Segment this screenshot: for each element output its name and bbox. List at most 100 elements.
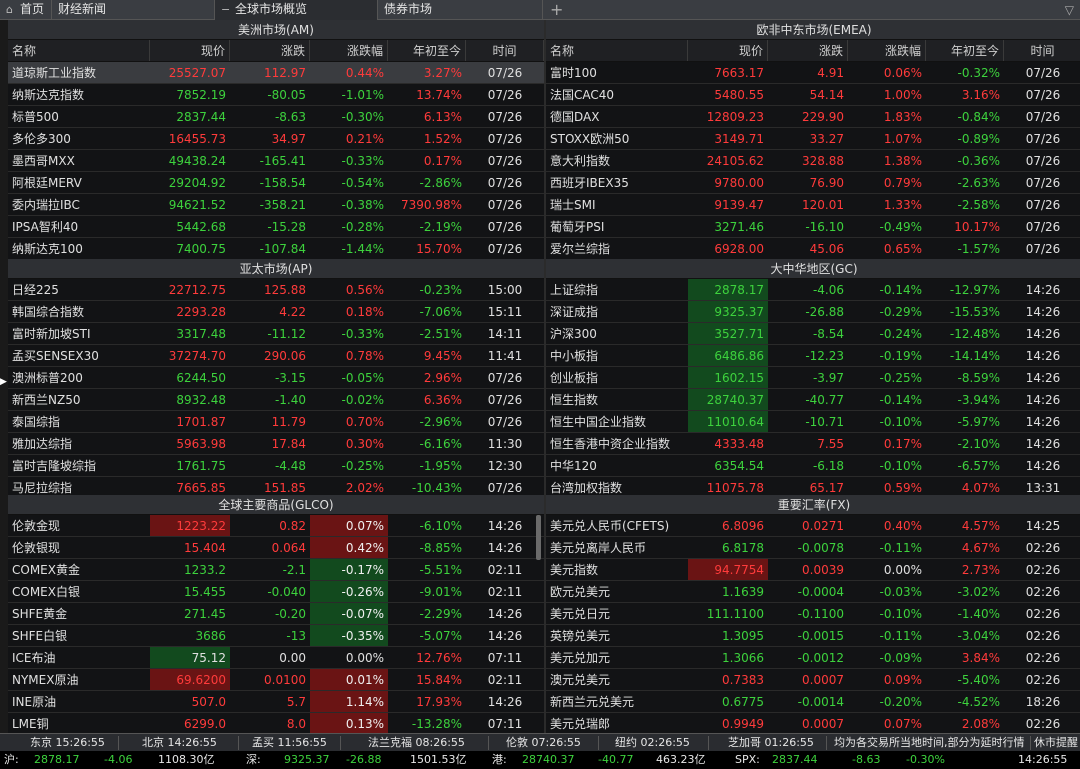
cell-price: 3149.71 bbox=[714, 132, 764, 146]
column-header-pct[interactable]: 涨跌幅 bbox=[848, 40, 926, 61]
cell-pct: -0.10% bbox=[879, 415, 922, 429]
table-row[interactable]: 欧元兑美元 1.1639 -0.0004 -0.03% -3.02% 02:26 bbox=[546, 581, 1080, 603]
table-row[interactable]: 日经225 22712.75 125.88 0.56% -0.23% 15:00 bbox=[8, 279, 544, 301]
table-row[interactable]: 富时100 7663.17 4.91 0.06% -0.32% 07/26 bbox=[546, 62, 1080, 84]
table-row[interactable]: 澳洲标普200 6244.50 -3.15 -0.05% 2.96% 07/26 bbox=[8, 367, 544, 389]
table-row[interactable]: 墨西哥MXX 49438.24 -165.41 -0.33% 0.17% 07/26 bbox=[8, 150, 544, 172]
table-row[interactable]: 雅加达综指 5963.98 17.84 0.30% -6.16% 11:30 bbox=[8, 433, 544, 455]
tab-home[interactable]: ⌂ 首页 bbox=[0, 0, 52, 20]
cell-change: -1.40 bbox=[274, 393, 306, 407]
market-closed-reminder[interactable]: 休市提醒 bbox=[1034, 734, 1078, 752]
table-row[interactable]: 阿根廷MERV 29204.92 -158.54 -0.54% -2.86% 07/26 bbox=[8, 172, 544, 194]
table-row[interactable]: 马尼拉综指 7665.85 151.85 2.02% -10.43% 07/26 bbox=[8, 477, 544, 495]
table-row[interactable]: INE原油 507.0 5.7 1.14% 17.93% 14:26 bbox=[8, 691, 544, 713]
table-row[interactable]: 美元兑人民币(CFETS) 6.8096 0.0271 0.40% 4.57% 14:25 bbox=[546, 515, 1080, 537]
cell-change: -80.05 bbox=[267, 88, 306, 102]
cell-ytd: -2.63% bbox=[957, 176, 1000, 190]
table-row[interactable]: 伦敦金现 1223.22 0.82 0.07% -6.10% 14:26 bbox=[8, 515, 544, 537]
table-row[interactable]: 意大利指数 24105.62 328.88 1.38% -0.36% 07/26 bbox=[546, 150, 1080, 172]
table-row[interactable]: 富时新加坡STI 3317.48 -11.12 -0.33% -2.51% 14:11 bbox=[8, 323, 544, 345]
table-row[interactable]: 委内瑞拉IBC 94621.52 -358.21 -0.38% 7390.98% 07/2… bbox=[8, 194, 544, 216]
cell-pct: 2.02% bbox=[345, 481, 384, 495]
cell-change: 11.79 bbox=[271, 415, 306, 429]
table-row[interactable]: ICE布油 75.12 0.00 0.00% 12.76% 07:11 bbox=[8, 647, 544, 669]
table-row[interactable]: 中小板指 6486.86 -12.23 -0.19% -14.14% 14:26 bbox=[546, 345, 1080, 367]
table-row[interactable]: COMEX黄金 1233.2 -2.1 -0.17% -5.51% 02:11 bbox=[8, 559, 544, 581]
table-row[interactable]: 爱尔兰综指 6928.00 45.06 0.65% -1.57% 07/26 bbox=[546, 238, 1080, 259]
column-header-time[interactable]: 时间 bbox=[466, 40, 544, 61]
column-header-pct[interactable]: 涨跌幅 bbox=[310, 40, 388, 61]
cell-time: 14:26 bbox=[1025, 415, 1061, 429]
table-row[interactable]: 西班牙IBEX35 9780.00 76.90 0.79% -2.63% 07/26 bbox=[546, 172, 1080, 194]
column-header-ytd[interactable]: 年初至今 bbox=[926, 40, 1004, 61]
table-row[interactable]: 美元兑离岸人民币 6.8178 -0.0078 -0.11% 4.67% 02:26 bbox=[546, 537, 1080, 559]
table-row[interactable]: 标普500 2837.44 -8.63 -0.30% 6.13% 07/26 bbox=[8, 106, 544, 128]
add-tab-icon[interactable]: + bbox=[550, 0, 563, 20]
tab-bond-market[interactable]: 债券市场 bbox=[378, 0, 543, 20]
cell-change: 290.06 bbox=[264, 349, 306, 363]
cell-ytd: -9.01% bbox=[419, 585, 462, 599]
column-header-price[interactable]: 现价 bbox=[150, 40, 230, 61]
table-row[interactable]: 韩国综合指数 2293.28 4.22 0.18% -7.06% 15:11 bbox=[8, 301, 544, 323]
table-row[interactable]: 道琼斯工业指数 25527.07 112.97 0.44% 3.27% 07/26 bbox=[8, 62, 544, 84]
cell-name: 台湾加权指数 bbox=[550, 481, 623, 495]
table-row[interactable]: 恒生中国企业指数 11010.64 -10.71 -0.10% -5.97% 14:26 bbox=[546, 411, 1080, 433]
cell-change: -3.97 bbox=[812, 371, 844, 385]
table-row[interactable]: 台湾加权指数 11075.78 65.17 0.59% 4.07% 13:31 bbox=[546, 477, 1080, 495]
table-row[interactable]: IPSA智利40 5442.68 -15.28 -0.28% -2.19% 07/26 bbox=[8, 216, 544, 238]
table-row[interactable]: 瑞士SMI 9139.47 120.01 1.33% -2.58% 07/26 bbox=[546, 194, 1080, 216]
column-header-name[interactable]: 名称 bbox=[8, 40, 150, 61]
expand-left-icon[interactable]: ▶ bbox=[0, 377, 7, 387]
table-row[interactable]: 多伦多300 16455.73 34.97 0.21% 1.52% 07/26 bbox=[8, 128, 544, 150]
column-header-price[interactable]: 现价 bbox=[688, 40, 768, 61]
table-row[interactable]: 葡萄牙PSI 3271.46 -16.10 -0.49% 10.17% 07/26 bbox=[546, 216, 1080, 238]
cell-pct: -0.33% bbox=[341, 154, 384, 168]
table-row[interactable]: STOXX欧洲50 3149.71 33.27 1.07% -0.89% 07/26 bbox=[546, 128, 1080, 150]
table-row[interactable]: COMEX白银 15.455 -0.040 -0.26% -9.01% 02:11 bbox=[8, 581, 544, 603]
cell-pct: 1.00% bbox=[883, 88, 922, 102]
table-row[interactable]: 深证成指 9325.37 -26.88 -0.29% -15.53% 14:26 bbox=[546, 301, 1080, 323]
table-row[interactable]: 纳斯达克100 7400.75 -107.84 -1.44% 15.70% 07/26 bbox=[8, 238, 544, 259]
scrollbar[interactable] bbox=[536, 515, 541, 560]
table-row[interactable]: 英镑兑美元 1.3095 -0.0015 -0.11% -3.04% 02:26 bbox=[546, 625, 1080, 647]
table-row[interactable]: 美元兑瑞郎 0.9949 0.0007 0.07% 2.08% 02:26 bbox=[546, 713, 1080, 733]
column-header-name[interactable]: 名称 bbox=[546, 40, 688, 61]
table-row[interactable]: 恒生香港中资企业指数 4333.48 7.55 0.17% -2.10% 14:26 bbox=[546, 433, 1080, 455]
table-row[interactable]: 伦敦银现 15.404 0.064 0.42% -8.85% 14:26 bbox=[8, 537, 544, 559]
cell-name: SHFE白银 bbox=[12, 629, 68, 643]
cell-change: -15.28 bbox=[267, 220, 306, 234]
table-row[interactable]: SHFE白银 3686 -13 -0.35% -5.07% 14:26 bbox=[8, 625, 544, 647]
column-header-change[interactable]: 涨跌 bbox=[230, 40, 310, 61]
column-header-time[interactable]: 时间 bbox=[1004, 40, 1080, 61]
table-row[interactable]: 美元指数 94.7754 0.0039 0.00% 2.73% 02:26 bbox=[546, 559, 1080, 581]
table-row[interactable]: 富时吉隆坡综指 1761.75 -4.48 -0.25% -1.95% 12:30 bbox=[8, 455, 544, 477]
column-header-change[interactable]: 涨跌 bbox=[768, 40, 848, 61]
table-row[interactable]: 德国DAX 12809.23 229.90 1.83% -0.84% 07/26 bbox=[546, 106, 1080, 128]
table-row[interactable]: 法国CAC40 5480.55 54.14 1.00% 3.16% 07/26 bbox=[546, 84, 1080, 106]
table-row[interactable]: 上证综指 2878.17 -4.06 -0.14% -12.97% 14:26 bbox=[546, 279, 1080, 301]
cell-name: 富时吉隆坡综指 bbox=[12, 459, 97, 473]
table-row[interactable]: 创业板指 1602.15 -3.97 -0.25% -8.59% 14:26 bbox=[546, 367, 1080, 389]
panel-asia-pacific: 亚太市场(AP) 日经225 22712.75 125.88 0.56% -0.23% 15… bbox=[8, 259, 544, 495]
table-row[interactable]: 孟买SENSEX30 37274.70 290.06 0.78% 9.45% 11:41 bbox=[8, 345, 544, 367]
table-row[interactable]: SHFE黄金 271.45 -0.20 -0.07% -2.29% 14:26 bbox=[8, 603, 544, 625]
cell-ytd: -2.10% bbox=[957, 437, 1000, 451]
table-row[interactable]: 澳元兑美元 0.7383 0.0007 0.09% -5.40% 02:26 bbox=[546, 669, 1080, 691]
table-row[interactable]: LME铜 6299.0 8.0 0.13% -13.28% 07:11 bbox=[8, 713, 544, 733]
tab-financial-news[interactable]: 财经新闻 bbox=[52, 0, 215, 20]
table-row[interactable]: 新西兰NZ50 8932.48 -1.40 -0.02% 6.36% 07/26 bbox=[8, 389, 544, 411]
column-header-ytd[interactable]: 年初至今 bbox=[388, 40, 466, 61]
table-row[interactable]: NYMEX原油 69.6200 0.0100 0.01% 15.84% 02:11 bbox=[8, 669, 544, 691]
table-row[interactable]: 泰国综指 1701.87 11.79 0.70% -2.96% 07/26 bbox=[8, 411, 544, 433]
tab-global-market-overview[interactable]: − 全球市场概览 bbox=[215, 0, 378, 20]
table-row[interactable]: 沪深300 3527.71 -8.54 -0.24% -12.48% 14:26 bbox=[546, 323, 1080, 345]
table-row[interactable]: 美元兑日元 111.1100 -0.1100 -0.10% -1.40% 02:26 bbox=[546, 603, 1080, 625]
cell-pct: 0.01% bbox=[310, 669, 388, 690]
table-row[interactable]: 新西兰元兑美元 0.6775 -0.0014 -0.20% -4.52% 18:26 bbox=[546, 691, 1080, 713]
chevron-down-icon[interactable]: ▽ bbox=[1065, 0, 1074, 20]
table-row[interactable]: 美元兑加元 1.3066 -0.0012 -0.09% 3.84% 02:26 bbox=[546, 647, 1080, 669]
cell-name: 美元指数 bbox=[550, 563, 599, 577]
table-row[interactable]: 恒生指数 28740.37 -40.77 -0.14% -3.94% 14:26 bbox=[546, 389, 1080, 411]
table-row[interactable]: 纳斯达克指数 7852.19 -80.05 -1.01% 13.74% 07/26 bbox=[8, 84, 544, 106]
table-row[interactable]: 中华120 6354.54 -6.18 -0.10% -6.57% 14:26 bbox=[546, 455, 1080, 477]
